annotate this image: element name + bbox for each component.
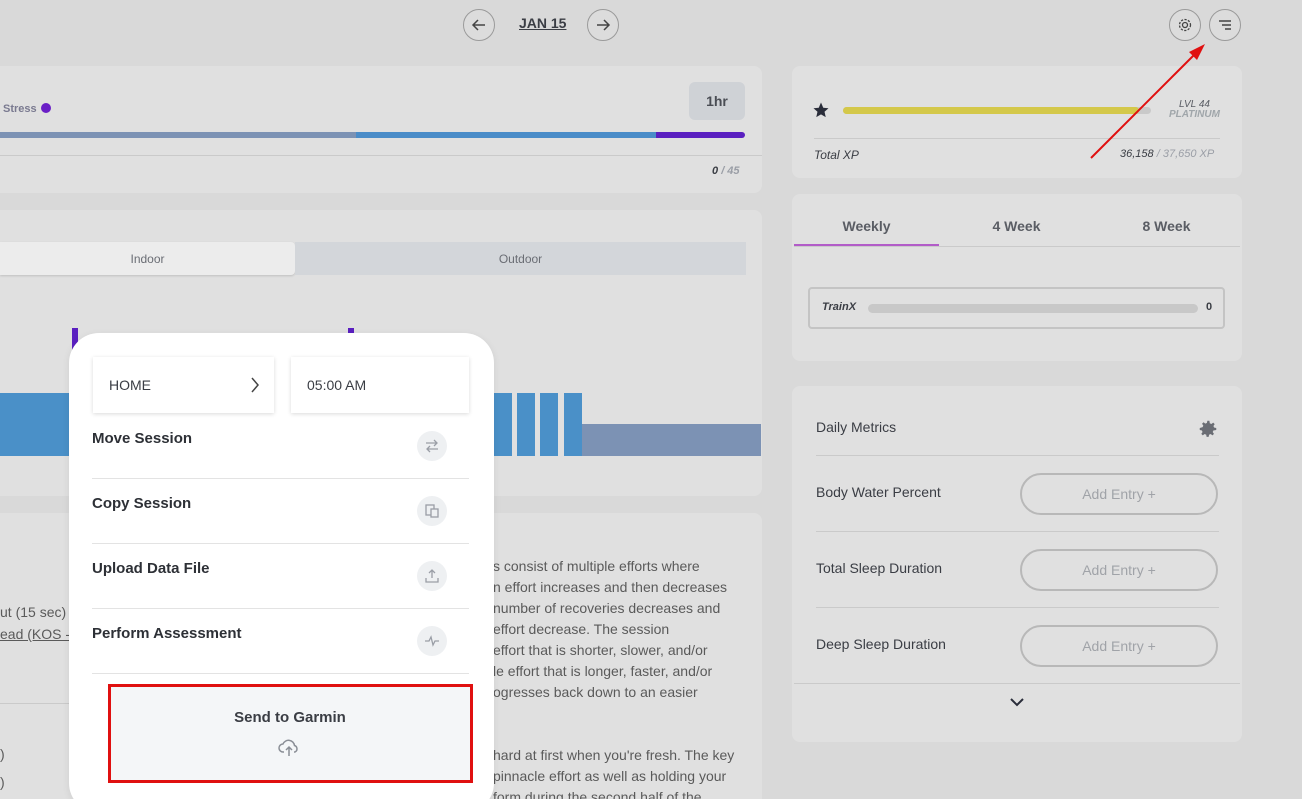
divider [0, 155, 762, 156]
stress-legend: Stress [3, 103, 51, 115]
location-value: HOME [109, 377, 151, 393]
menu-lines-icon [1219, 20, 1231, 30]
description-line: effort that is shorter, slower, and/or [493, 642, 708, 658]
description-line: hard at first when you're fresh. The key [493, 747, 735, 763]
trainx-row: TrainX 0 [808, 287, 1225, 329]
description-line: pinnacle effort as well as holding your [493, 768, 727, 784]
divider [816, 607, 1219, 608]
outdoor-toggle[interactable]: Outdoor [295, 242, 746, 275]
next-day-button[interactable] [587, 9, 619, 41]
move-session-item[interactable]: Move Session [92, 414, 469, 479]
divider [816, 455, 1219, 456]
chart-bar [517, 393, 535, 456]
chevron-right-icon [251, 377, 259, 393]
description-line: ogresses back down to an easier [493, 684, 698, 700]
paren-snippet: ) [0, 774, 5, 790]
location-selector[interactable]: HOME [93, 357, 274, 413]
tab-4-week[interactable]: 4 Week [944, 218, 1089, 234]
interval-snippet: ut (15 sec) [0, 604, 67, 620]
chart-bar [564, 393, 582, 456]
prev-day-button[interactable] [463, 9, 495, 41]
tab-8-week[interactable]: 8 Week [1094, 218, 1239, 234]
description-line: le effort that is longer, faster, and/or [493, 663, 713, 679]
time-selector[interactable]: 05:00 AM [291, 357, 469, 413]
zone-bar-3 [656, 132, 745, 138]
score-total: / 45 [721, 165, 740, 177]
zone-bar-1 [0, 132, 356, 138]
trainx-progress-bar [868, 304, 1198, 313]
description-line: effort decrease. The session [493, 621, 670, 637]
chart-bar [582, 424, 761, 456]
upload-data-file-label: Upload Data File [92, 560, 210, 577]
arrow-right-icon [597, 19, 611, 31]
description-line: number of recoveries decreases and [493, 600, 721, 616]
arrow-left-icon [471, 19, 485, 31]
metric-total-sleep: Total Sleep Duration [816, 560, 943, 576]
session-score: 0 / 45 [712, 165, 740, 177]
copy-session-item[interactable]: Copy Session [92, 479, 469, 544]
add-entry-button[interactable]: Add Entry + [1020, 549, 1218, 591]
chart-bar [540, 393, 558, 456]
divider [0, 703, 70, 704]
paren-snippet: ) [0, 746, 5, 762]
score-value: 0 [712, 165, 719, 177]
active-tab-indicator [794, 244, 939, 246]
copy-icon [417, 496, 447, 526]
tab-weekly[interactable]: Weekly [794, 218, 939, 234]
gear-icon[interactable] [1197, 418, 1219, 440]
upload-data-file-item[interactable]: Upload Data File [92, 544, 469, 609]
clock-icon [40, 103, 51, 113]
trainx-value: 0 [1206, 301, 1213, 313]
perform-assessment-item[interactable]: Perform Assessment [92, 609, 469, 674]
daily-metrics-title: Daily Metrics [816, 419, 897, 435]
add-entry-button[interactable]: Add Entry + [1020, 473, 1218, 515]
indoor-toggle[interactable]: Indoor [0, 242, 295, 275]
annotation-arrow [1090, 44, 1205, 159]
description-line: n effort increases and then decreases [493, 579, 728, 595]
current-date[interactable]: JAN 15 [519, 15, 566, 31]
move-session-label: Move Session [92, 430, 193, 447]
upload-icon [417, 561, 447, 591]
indoor-label: Indoor [130, 251, 165, 266]
zone-bar-2 [356, 132, 656, 138]
chart-bar [494, 393, 512, 456]
interval-link-snippet[interactable]: ead (KOS - [0, 626, 70, 642]
description-line: form during the second half of the [493, 789, 702, 799]
star-icon [813, 102, 829, 118]
pulse-icon [417, 626, 447, 656]
copy-session-label: Copy Session [92, 495, 192, 512]
session-summary-card [0, 66, 762, 193]
trainx-label: TrainX [822, 301, 857, 313]
add-entry-button[interactable]: Add Entry + [1020, 625, 1218, 667]
outdoor-label: Outdoor [498, 251, 543, 266]
gear-icon [1178, 18, 1192, 32]
menu-button[interactable] [1209, 9, 1241, 41]
divider [794, 683, 1240, 684]
divider [816, 531, 1219, 532]
stress-label: Stress [3, 103, 37, 115]
chevron-down-icon[interactable] [1009, 696, 1025, 708]
metric-deep-sleep: Deep Sleep Duration [816, 636, 946, 652]
highlight-box [108, 684, 473, 783]
duration-chip[interactable]: 1hr [689, 82, 745, 120]
time-value: 05:00 AM [307, 377, 367, 393]
total-xp-label: Total XP [814, 148, 859, 162]
chart-bar [0, 393, 70, 456]
settings-button[interactable] [1169, 9, 1201, 41]
metric-body-water: Body Water Percent [816, 484, 941, 500]
description-line: s consist of multiple efforts where [493, 558, 700, 574]
swap-icon [417, 431, 447, 461]
perform-assessment-label: Perform Assessment [92, 625, 242, 642]
divider [794, 246, 1240, 247]
